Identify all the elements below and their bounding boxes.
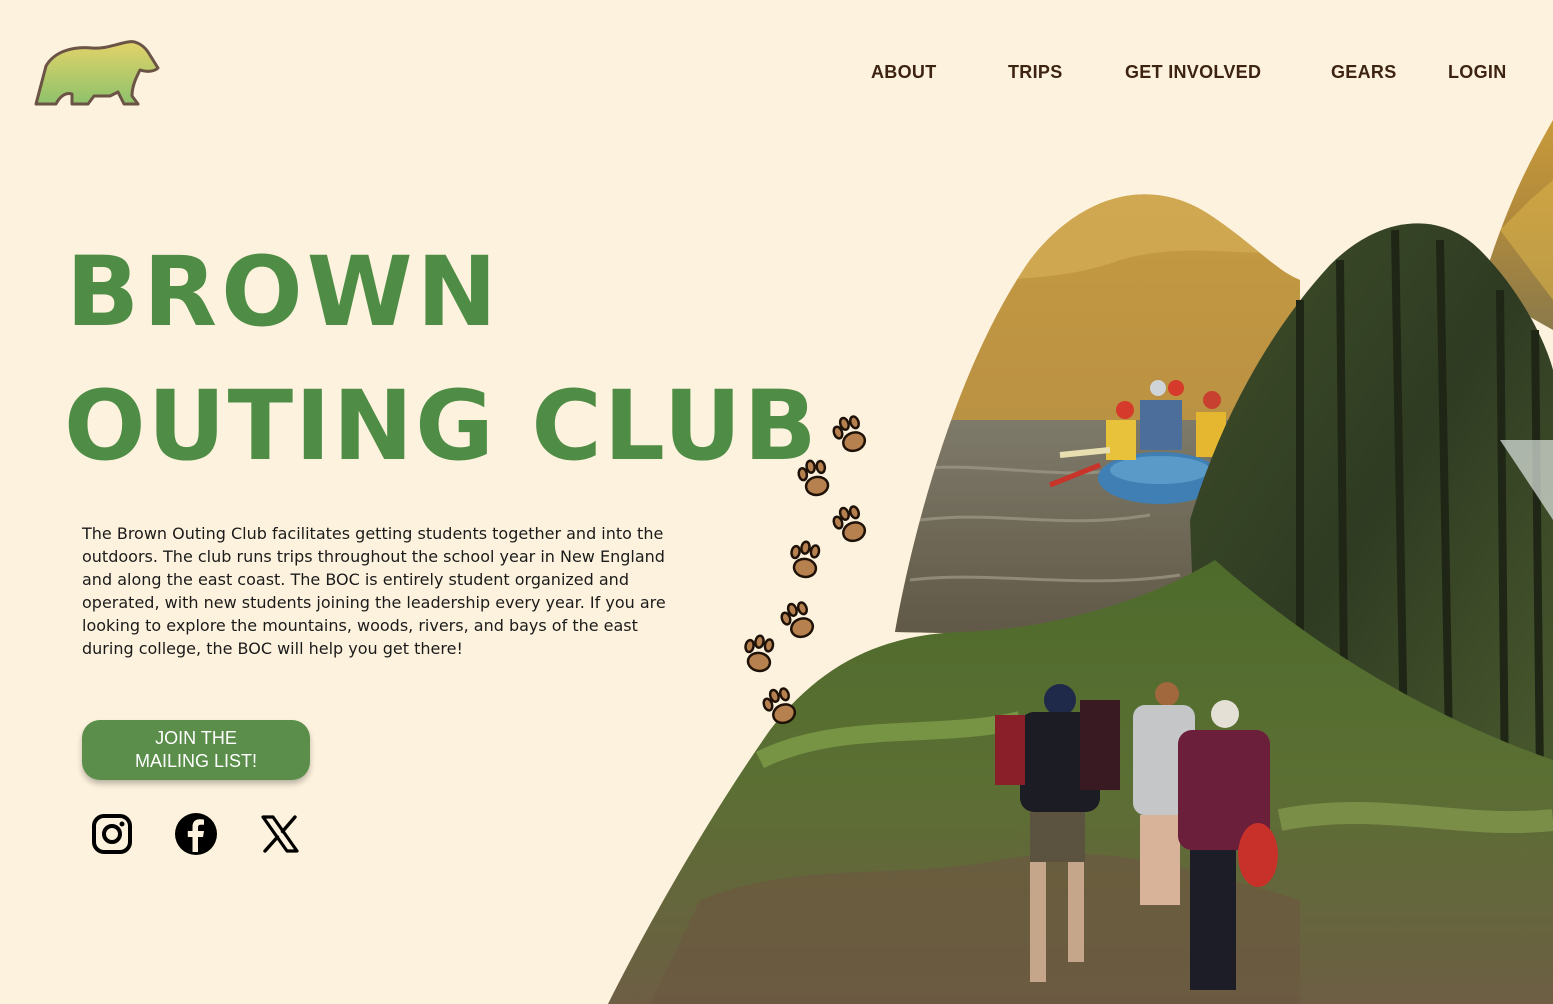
join-button-line-1: JOIN THE <box>155 728 237 748</box>
intro-paragraph: The Brown Outing Club facilitates gettin… <box>82 524 666 658</box>
page-title-line-1: BROWN <box>66 236 501 348</box>
hiking-photo <box>608 560 1553 1004</box>
nav-about[interactable]: ABOUT <box>871 62 937 83</box>
autumn-photo <box>1490 120 1553 330</box>
x-icon[interactable] <box>258 812 302 856</box>
rafting-photo <box>895 194 1300 640</box>
page-title-line-2: OUTING CLUB <box>64 370 819 482</box>
facebook-icon[interactable] <box>174 812 218 856</box>
paw-prints-icon <box>744 415 867 725</box>
nav-gears[interactable]: GEARS <box>1331 62 1397 83</box>
join-mailing-list-button[interactable]: JOIN THE MAILING LIST! <box>82 720 310 780</box>
nav-get-involved[interactable]: GET INVOLVED <box>1125 62 1261 83</box>
forest-photo <box>1190 223 1553 801</box>
bear-logo-icon[interactable] <box>32 38 162 112</box>
join-button-line-2: MAILING LIST! <box>134 751 258 771</box>
photo-collage <box>608 120 1553 1004</box>
nav-trips[interactable]: TRIPS <box>1008 62 1063 83</box>
instagram-icon[interactable] <box>90 812 134 856</box>
nav-login[interactable]: LOGIN <box>1448 62 1507 83</box>
